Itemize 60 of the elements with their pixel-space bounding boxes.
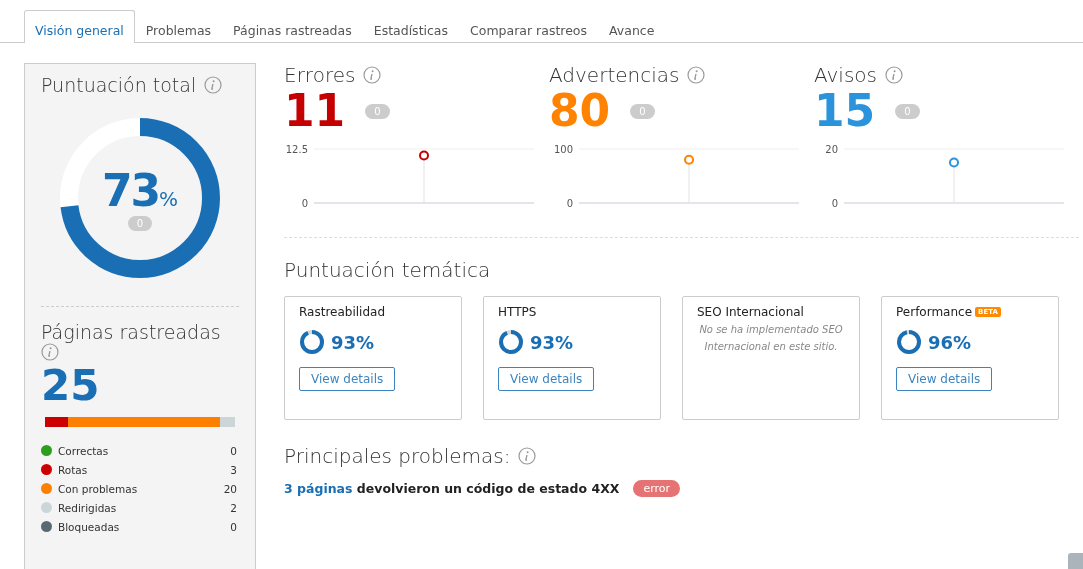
score-value: 93% [331, 331, 375, 353]
info-icon[interactable] [885, 66, 903, 84]
empty-message: No se ha implementado SEO Internacional en este sitio. [698, 323, 844, 355]
legend-count: 2 [230, 501, 237, 514]
metric-value: 11 [284, 87, 346, 136]
section-title: Puntuación temática [284, 258, 492, 283]
view-details-button[interactable]: View details [498, 367, 595, 392]
score-ring-icon [299, 329, 325, 356]
card-title: SEO Internacional [697, 305, 804, 320]
metric-value: 15 [814, 87, 876, 136]
pages-count: 25 [41, 365, 101, 407]
axis-tick-label: 20 [825, 144, 838, 156]
metric-value: 80 [549, 87, 611, 136]
axis-tick-label: 100 [553, 144, 573, 156]
severity-badge: error [633, 480, 681, 498]
pages-link[interactable]: 3 páginas [284, 481, 353, 497]
legend-count: 0 [230, 520, 237, 533]
data-point [949, 157, 959, 168]
info-icon[interactable] [204, 76, 223, 94]
tab[interactable]: Páginas rastreadas [222, 10, 363, 42]
data-point [419, 150, 429, 161]
tab[interactable]: Visión general [24, 10, 135, 43]
legend-count: 3 [230, 463, 237, 476]
panel-title: Páginas rastreadas [41, 321, 221, 343]
legend-label: Rotas [58, 463, 89, 476]
metric-title: Errores [284, 63, 356, 87]
card-title: Performance [896, 305, 973, 320]
tab[interactable]: Comparar rastreos [459, 10, 599, 42]
legend-label: Correctas [58, 444, 110, 457]
score-ring-icon [498, 329, 524, 356]
info-icon[interactable] [41, 343, 59, 361]
tab[interactable]: Problemas [134, 10, 223, 42]
legend-count: 0 [230, 444, 237, 457]
view-details-button[interactable]: View details [299, 367, 396, 392]
axis-tick-label: 12.5 [285, 144, 308, 156]
issue-text: 3 páginas devolvieron un código de estado 4XX [284, 481, 620, 497]
tab[interactable]: Avance [598, 10, 666, 42]
metric-title: Avisos [814, 63, 877, 87]
tab[interactable]: Estadísticas [362, 10, 460, 42]
axis-tick-label: 0 [566, 198, 573, 210]
view-details-button[interactable]: View details [896, 367, 993, 392]
card-title: HTTPS [498, 305, 537, 320]
info-icon[interactable] [363, 66, 382, 84]
score-value: 96% [928, 331, 972, 353]
card-title: Rastreabilidad [299, 305, 385, 320]
score-value: 93% [530, 331, 574, 353]
data-point [684, 155, 694, 166]
panel-title: Puntuación total [41, 74, 197, 96]
legend-label: Con problemas [58, 482, 139, 495]
score-ring-icon [896, 329, 922, 356]
info-icon[interactable] [687, 66, 706, 84]
axis-tick-label: 0 [831, 198, 838, 210]
metric-title: Advertencias [549, 63, 680, 87]
legend-count: 20 [223, 482, 237, 495]
section-title: Principales problemas: [284, 444, 511, 469]
axis-tick-label: 0 [301, 198, 308, 210]
score-value: 73% [101, 165, 179, 216]
info-icon[interactable] [518, 447, 537, 466]
legend-label: Redirigidas [58, 501, 118, 514]
legend-label: Bloqueadas [58, 520, 121, 533]
